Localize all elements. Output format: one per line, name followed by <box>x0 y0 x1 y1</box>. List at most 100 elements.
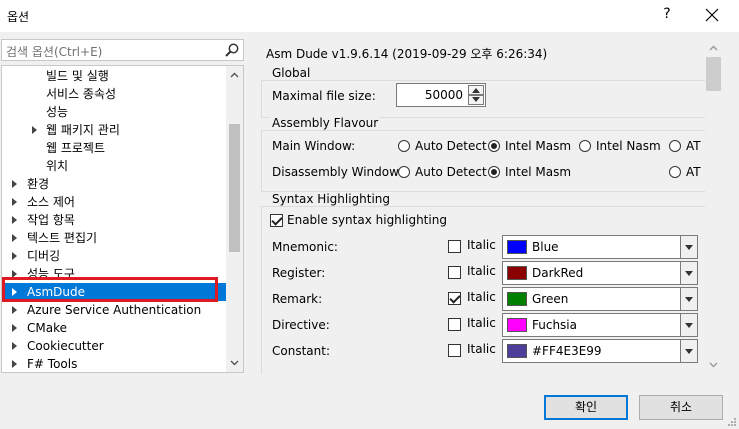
tree-item[interactable]: CMake <box>2 319 226 337</box>
italic-checkbox[interactable] <box>448 266 461 279</box>
color-select[interactable]: DarkRed <box>502 261 698 285</box>
color-name: Green <box>532 292 569 306</box>
color-name: DarkRed <box>532 266 584 280</box>
panel-scroll-up-icon[interactable] <box>709 44 718 53</box>
tree-item-label: 위치 <box>46 159 69 173</box>
ok-button[interactable]: 확인 <box>544 395 628 420</box>
max-file-size-input[interactable]: 50000 <box>396 83 486 107</box>
expand-arrow-icon[interactable] <box>12 324 17 332</box>
tree-item[interactable]: Cookiecutter <box>2 337 226 355</box>
tree-item[interactable]: 텍스트 편집기 <box>2 229 226 247</box>
color-swatch <box>507 318 527 332</box>
tree-item-label: 빌드 및 실행 <box>46 69 109 83</box>
title-bar: 옵션 ? <box>0 0 739 32</box>
color-swatch <box>507 344 527 358</box>
tree-item[interactable]: 위치 <box>2 157 226 175</box>
cancel-button[interactable]: 취소 <box>639 395 723 420</box>
close-icon[interactable] <box>700 3 724 27</box>
expand-arrow-icon[interactable] <box>12 234 17 242</box>
tree-item[interactable]: 작업 항목 <box>2 211 226 229</box>
resize-grip-icon[interactable] <box>726 416 737 427</box>
tree-item[interactable]: 성능 <box>2 103 226 121</box>
main-at-radio[interactable] <box>669 140 681 152</box>
italic-checkbox[interactable] <box>448 318 461 331</box>
disasm-at-radio[interactable] <box>669 166 681 178</box>
chevron-down-icon[interactable] <box>680 262 697 284</box>
disasm-at-label: AT <box>686 165 701 179</box>
tree-item-label: 디버깅 <box>27 249 61 263</box>
italic-checkbox[interactable] <box>448 292 461 305</box>
window-title: 옵션 <box>7 10 30 24</box>
disasm-intel-masm-radio[interactable] <box>488 166 500 178</box>
syntax-row-label: Remark: <box>272 292 323 306</box>
panel-scroll-down-icon[interactable] <box>709 360 718 369</box>
spin-up-button[interactable] <box>468 85 484 95</box>
main-intel-nasm-radio[interactable] <box>579 140 591 152</box>
tree-item[interactable]: 환경 <box>2 175 226 193</box>
panel-scrollbar[interactable] <box>705 40 722 374</box>
expand-arrow-icon[interactable] <box>12 306 17 314</box>
help-button[interactable]: ? <box>660 6 674 22</box>
italic-checkbox[interactable] <box>448 344 461 357</box>
search-icon[interactable] <box>224 42 240 58</box>
italic-label: Italic <box>467 316 496 330</box>
main-auto-detect-radio[interactable] <box>398 140 410 152</box>
scroll-up-icon[interactable] <box>230 71 239 80</box>
main-intel-masm-radio[interactable] <box>488 140 500 152</box>
color-select[interactable]: Green <box>502 287 698 311</box>
main-intel-nasm-label: Intel Nasm <box>596 139 661 153</box>
main-intel-masm-label: Intel Masm <box>505 139 572 153</box>
panel-scroll-thumb[interactable] <box>706 57 721 91</box>
spin-up-icon <box>472 88 480 93</box>
tree-item[interactable]: Azure Service Authentication <box>2 301 226 319</box>
tree-item-label: CMake <box>27 321 67 335</box>
expand-arrow-icon[interactable] <box>12 342 17 350</box>
tree-item[interactable]: 소스 제어 <box>2 193 226 211</box>
enable-syntax-label: Enable syntax highlighting <box>287 213 447 227</box>
tree-scroll-thumb[interactable] <box>229 124 240 252</box>
tree-scrollbar[interactable] <box>226 66 243 372</box>
syntax-row-label: Register: <box>272 266 326 280</box>
chevron-down-icon[interactable] <box>680 340 697 362</box>
expand-arrow-icon[interactable] <box>12 216 17 224</box>
assembly-group-label: Assembly Flavour <box>270 116 381 130</box>
tree-item-label: Azure Service Authentication <box>27 303 202 317</box>
chevron-down-icon[interactable] <box>680 288 697 310</box>
spin-down-button[interactable] <box>468 95 484 105</box>
scroll-down-icon[interactable] <box>230 358 239 367</box>
tree-item[interactable]: F# Tools <box>2 355 226 372</box>
search-input[interactable]: 검색 옵션(Ctrl+E) <box>6 43 102 60</box>
tree-item-label: 웹 프로젝트 <box>46 141 106 155</box>
tree-item[interactable]: 디버깅 <box>2 247 226 265</box>
tree-item-label: 웹 패키지 관리 <box>46 123 120 137</box>
disassembly-window-label: Disassembly Window: <box>272 165 403 179</box>
expand-arrow-icon[interactable] <box>32 126 37 134</box>
search-box[interactable]: 검색 옵션(Ctrl+E) <box>1 39 244 61</box>
italic-checkbox[interactable] <box>448 240 461 253</box>
enable-syntax-checkbox[interactable] <box>270 214 283 227</box>
chevron-down-icon[interactable] <box>680 314 697 336</box>
tree-item[interactable]: 웹 패키지 관리 <box>2 121 226 139</box>
tree-item[interactable]: 빌드 및 실행 <box>2 67 226 85</box>
color-select[interactable]: #FF4E3E99 <box>502 339 698 363</box>
expand-arrow-icon[interactable] <box>12 180 17 188</box>
expand-arrow-icon[interactable] <box>12 360 17 368</box>
disasm-auto-detect-radio[interactable] <box>398 166 410 178</box>
expand-arrow-icon[interactable] <box>12 198 17 206</box>
color-select[interactable]: Fuchsia <box>502 313 698 337</box>
main-window-label: Main Window: <box>272 139 356 153</box>
italic-label: Italic <box>467 342 496 356</box>
expand-arrow-icon[interactable] <box>12 252 17 260</box>
tree-item-label: F# Tools <box>27 357 78 371</box>
tree-item-label: 서비스 종속성 <box>46 87 117 101</box>
options-tree[interactable]: 빌드 및 실행서비스 종속성성능웹 패키지 관리웹 프로젝트위치환경 소스 제어 작… <box>1 65 244 373</box>
chevron-down-icon[interactable] <box>680 236 697 258</box>
tree-item[interactable]: 서비스 종속성 <box>2 85 226 103</box>
color-swatch <box>507 292 527 306</box>
main-auto-detect-label: Auto Detect <box>415 139 487 153</box>
highlight-box <box>2 277 218 302</box>
syntax-row-label: Mnemonic: <box>272 240 338 254</box>
color-select[interactable]: Blue <box>502 235 698 259</box>
tree-item[interactable]: 웹 프로젝트 <box>2 139 226 157</box>
settings-panel: Asm Dude v1.9.6.14 (2019-09-29 오후 6:26:3… <box>257 36 730 374</box>
